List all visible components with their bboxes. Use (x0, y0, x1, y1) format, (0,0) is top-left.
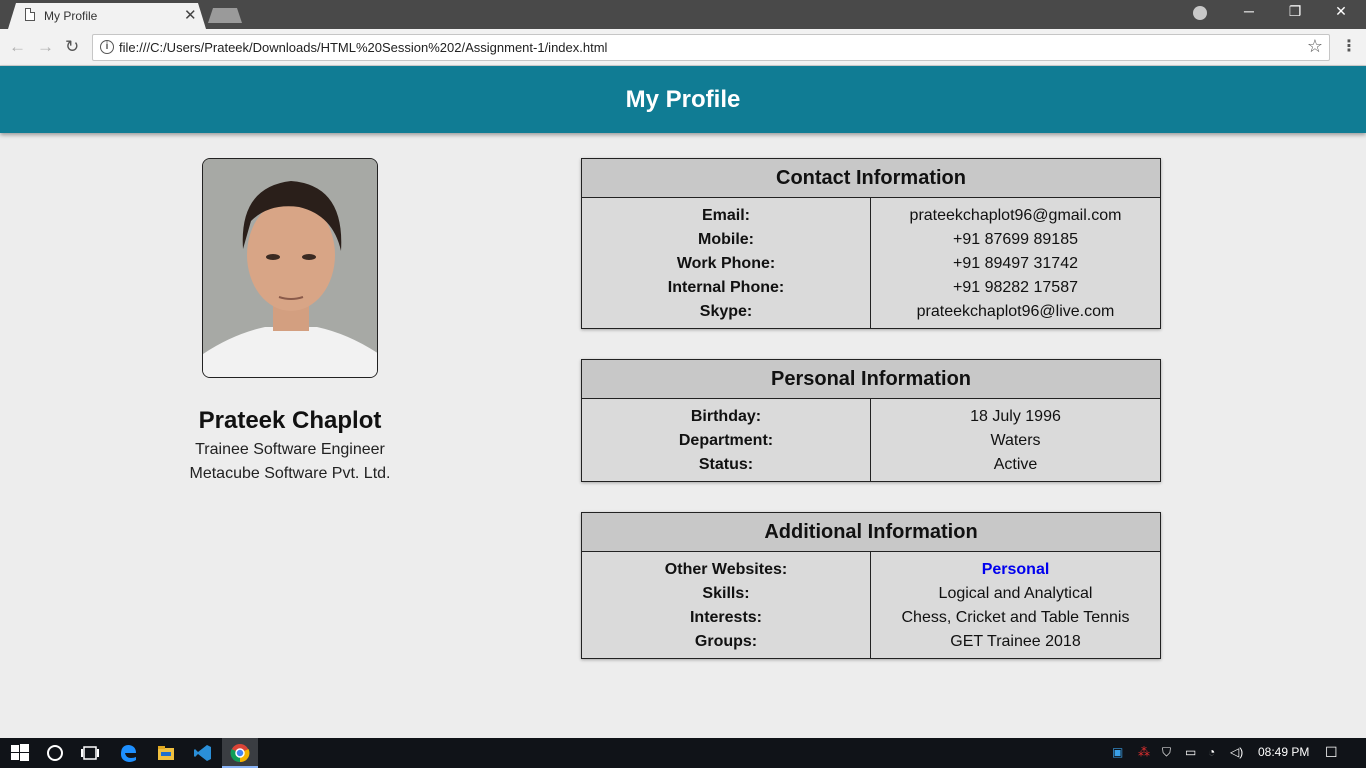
tray-app-icon[interactable]: ▣ (1112, 745, 1123, 759)
reload-icon[interactable]: ↻ (65, 37, 79, 57)
department-value: Waters (990, 432, 1041, 449)
skype-label: Skype: (699, 303, 753, 320)
profile-role: Trainee Software Engineer (195, 441, 385, 458)
contact-information-card: Contact Information Email: Mobile: Work … (581, 158, 1161, 329)
info-icon[interactable]: i (100, 40, 114, 54)
card-title: Additional Information (582, 513, 1160, 552)
chrome-icon (230, 744, 250, 763)
additional-values: Personal Logical and Analytical Chess, C… (871, 552, 1160, 658)
internal-phone-label: Internal Phone: (667, 279, 785, 296)
forward-icon[interactable]: → (37, 37, 54, 57)
cortana-search-icon[interactable] (45, 743, 65, 763)
battery-icon[interactable]: ▭ (1185, 745, 1196, 759)
profile-company: Metacube Software Pvt. Ltd. (189, 465, 391, 482)
department-label: Department: (678, 432, 774, 449)
card-title: Contact Information (582, 159, 1160, 198)
profile-name: Prateek Chaplot (198, 407, 382, 434)
contact-labels: Email: Mobile: Work Phone: Internal Phon… (582, 198, 871, 328)
close-window-icon[interactable]: ✕ (1329, 3, 1353, 20)
profile-photo (202, 158, 378, 378)
chrome-taskbar-button[interactable] (222, 738, 258, 768)
browser-toolbar: ← → ↻ i file:///C:/Users/Prateek/Downloa… (0, 29, 1366, 66)
restore-icon[interactable]: ❐ (1283, 3, 1307, 20)
address-bar[interactable]: i file:///C:/Users/Prateek/Downloads/HTM… (92, 34, 1330, 61)
wifi-icon[interactable]: ◔ (1208, 745, 1215, 759)
other-websites-label: Other Websites: (664, 561, 788, 578)
mobile-value: +91 87699 89185 (952, 231, 1078, 248)
page-header: My Profile (0, 66, 1366, 133)
skills-value: Logical and Analytical (938, 585, 1093, 602)
interests-value: Chess, Cricket and Table Tennis (901, 609, 1130, 626)
work-phone-label: Work Phone: (676, 255, 776, 272)
skills-label: Skills: (702, 585, 750, 602)
clock-time[interactable]: 08:49 PM (1258, 745, 1309, 759)
browser-tab[interactable]: My Profile ✕ (8, 3, 206, 29)
birthday-label: Birthday: (690, 408, 762, 425)
browser-titlebar: My Profile ✕ ─ ❐ ✕ (0, 0, 1366, 29)
bookmark-star-icon[interactable]: ☆ (1307, 36, 1323, 57)
notifications-icon[interactable]: ☐ (1325, 744, 1338, 761)
tray-network-activity-icon[interactable]: ⁂ (1138, 745, 1150, 759)
personal-values: 18 July 1996 Waters Active (871, 399, 1160, 481)
status-label: Status: (698, 456, 754, 473)
interests-label: Interests: (689, 609, 763, 626)
status-value: Active (993, 456, 1038, 473)
email-label: Email: (701, 207, 750, 224)
taskbar: ▣ ⁂ ⛉ ▭ ◔ ◁) 08:49 PM ☐ (0, 738, 1366, 768)
url-text[interactable]: file:///C:/Users/Prateek/Downloads/HTML%… (119, 40, 607, 55)
windows-start-icon[interactable] (10, 743, 30, 763)
task-view-icon[interactable] (80, 743, 100, 763)
contact-values: prateekchaplot96@gmail.com +91 87699 891… (871, 198, 1160, 328)
skype-value: prateekchaplot96@live.com (916, 303, 1115, 320)
personal-labels: Birthday: Department: Status: (582, 399, 871, 481)
page-title: My Profile (625, 86, 741, 113)
personal-website-link[interactable]: Personal (982, 561, 1050, 578)
personal-information-card: Personal Information Birthday: Departmen… (581, 359, 1161, 482)
profile-icon[interactable] (1193, 6, 1207, 20)
groups-value: GET Trainee 2018 (950, 633, 1081, 650)
security-shield-icon[interactable]: ⛉ (1162, 745, 1171, 760)
additional-information-card: Additional Information Other Websites: S… (581, 512, 1161, 659)
tab-title: My Profile (44, 9, 98, 23)
file-explorer-icon[interactable] (156, 743, 176, 763)
back-icon[interactable]: ← (9, 37, 26, 57)
email-value: prateekchaplot96@gmail.com (909, 207, 1122, 224)
birthday-value: 18 July 1996 (970, 408, 1061, 425)
groups-label: Groups: (694, 633, 758, 650)
document-icon (25, 8, 35, 21)
new-tab-button[interactable] (208, 8, 242, 23)
close-tab-icon[interactable]: ✕ (184, 6, 197, 24)
volume-icon[interactable]: ◁) (1230, 745, 1243, 759)
minimize-icon[interactable]: ─ (1237, 3, 1261, 19)
card-title: Personal Information (582, 360, 1160, 399)
mobile-label: Mobile: (698, 231, 754, 248)
vscode-icon[interactable] (193, 743, 213, 763)
menu-icon[interactable]: ⋮ (1341, 36, 1357, 56)
work-phone-value: +91 89497 31742 (952, 255, 1078, 272)
additional-labels: Other Websites: Skills: Interests: Group… (582, 552, 871, 658)
edge-browser-icon[interactable] (118, 743, 138, 763)
internal-phone-value: +91 98282 17587 (952, 279, 1078, 296)
